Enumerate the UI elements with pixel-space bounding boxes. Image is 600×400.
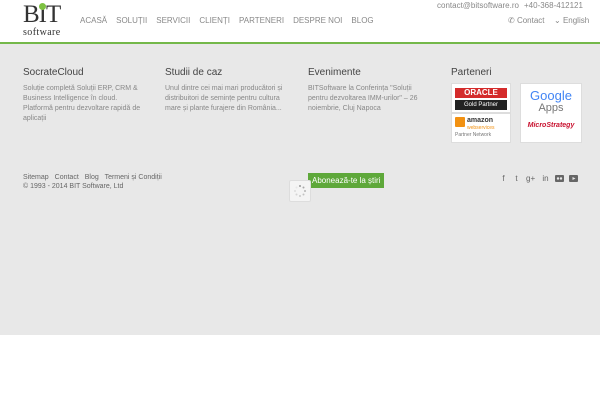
google-wordmark: Google — [530, 88, 572, 103]
aws-wordmark: amazon — [467, 117, 494, 124]
facebook-icon[interactable]: f — [499, 174, 508, 183]
sitemap-link[interactable]: Sitemap — [23, 174, 49, 181]
footer-links: Sitemap Contact Blog Termeni și Condiții — [23, 173, 166, 182]
terms-link[interactable]: Termeni și Condiții — [105, 174, 162, 181]
contact-label: Contact — [516, 16, 545, 25]
microstrategy-wordmark: MicroStrategy — [527, 122, 575, 129]
main-nav: ACASĂ SOLUȚII SERVICII CLIENȚI PARTENERI… — [80, 16, 383, 26]
nav-clienti[interactable]: CLIENȚI — [199, 16, 230, 26]
oracle-gold-partner: Gold Partner — [455, 100, 507, 110]
header-email[interactable]: contact@bitsoftware.ro — [437, 1, 519, 11]
language-switch[interactable]: ⌄ English — [554, 16, 589, 26]
site-header: BIT software ACASĂ SOLUȚII SERVICII CLIE… — [0, 0, 600, 42]
bit-software-logo[interactable]: BIT software — [23, 1, 73, 41]
nav-acasa[interactable]: ACASĂ — [80, 16, 107, 26]
loading-spinner — [289, 180, 311, 202]
chevron-down-icon: ⌄ — [554, 16, 561, 25]
logo-word: software — [23, 27, 61, 38]
nav-solutii[interactable]: SOLUȚII — [116, 16, 147, 26]
aws-cube-icon — [455, 117, 465, 127]
linkedin-icon[interactable]: in — [541, 174, 550, 183]
aws-partner-logo[interactable]: amazon webservices Partner Network — [451, 113, 511, 143]
contact-link[interactable]: ✆ Contact — [508, 16, 545, 26]
youtube-glyph — [569, 175, 578, 182]
nav-blog[interactable]: BLOG — [351, 16, 373, 26]
socratecloud-text: Soluție completă Soluții ERP, CRM & Busi… — [23, 85, 141, 122]
contact-footer-link[interactable]: Contact — [55, 174, 79, 181]
site-footer: SocrateCloud Soluție completă Soluții ER… — [0, 44, 600, 335]
twitter-icon[interactable]: t — [512, 174, 521, 183]
aws-partner-network: Partner Network — [455, 132, 492, 138]
evenimente-text[interactable]: BITSoftware la Conferința "Soluții pentr… — [308, 84, 432, 114]
flickr-icon[interactable] — [555, 174, 564, 183]
copyright-text: © 1993 - 2014 BIT Software, Ltd — [23, 183, 124, 190]
logo-dot — [39, 3, 46, 10]
subscribe-button[interactable]: Abonează-te la știri — [308, 173, 385, 188]
google-plus-icon[interactable]: g+ — [526, 174, 535, 183]
phone-icon: ✆ — [508, 16, 515, 25]
header-phone[interactable]: +40-368-412121 — [524, 1, 583, 11]
language-label: English — [562, 16, 590, 25]
nav-servicii[interactable]: SERVICII — [156, 16, 190, 26]
parteneri-title: Parteneri — [451, 67, 492, 78]
flickr-glyph — [555, 175, 564, 182]
studii-text[interactable]: Unul dintre cei mai mari producători și … — [165, 84, 287, 114]
nav-despre-noi[interactable]: DESPRE NOI — [293, 16, 342, 26]
google-apps-logo[interactable]: Google Apps MicroStrategy — [520, 83, 582, 143]
spinner-icon — [294, 185, 306, 197]
oracle-partner-logo[interactable]: ORACLE Gold Partner — [451, 83, 511, 113]
nav-parteneri[interactable]: PARTENERI — [239, 16, 284, 26]
apps-wordmark: Apps — [538, 102, 564, 114]
blog-footer-link[interactable]: Blog — [85, 174, 99, 181]
evenimente-title[interactable]: Evenimente — [308, 67, 361, 79]
youtube-icon[interactable] — [569, 174, 578, 183]
aws-sub: webservices — [467, 125, 495, 131]
oracle-badge: ORACLE — [455, 88, 507, 98]
studii-title[interactable]: Studii de caz — [165, 67, 222, 79]
socratecloud-title[interactable]: SocrateCloud — [23, 67, 84, 79]
